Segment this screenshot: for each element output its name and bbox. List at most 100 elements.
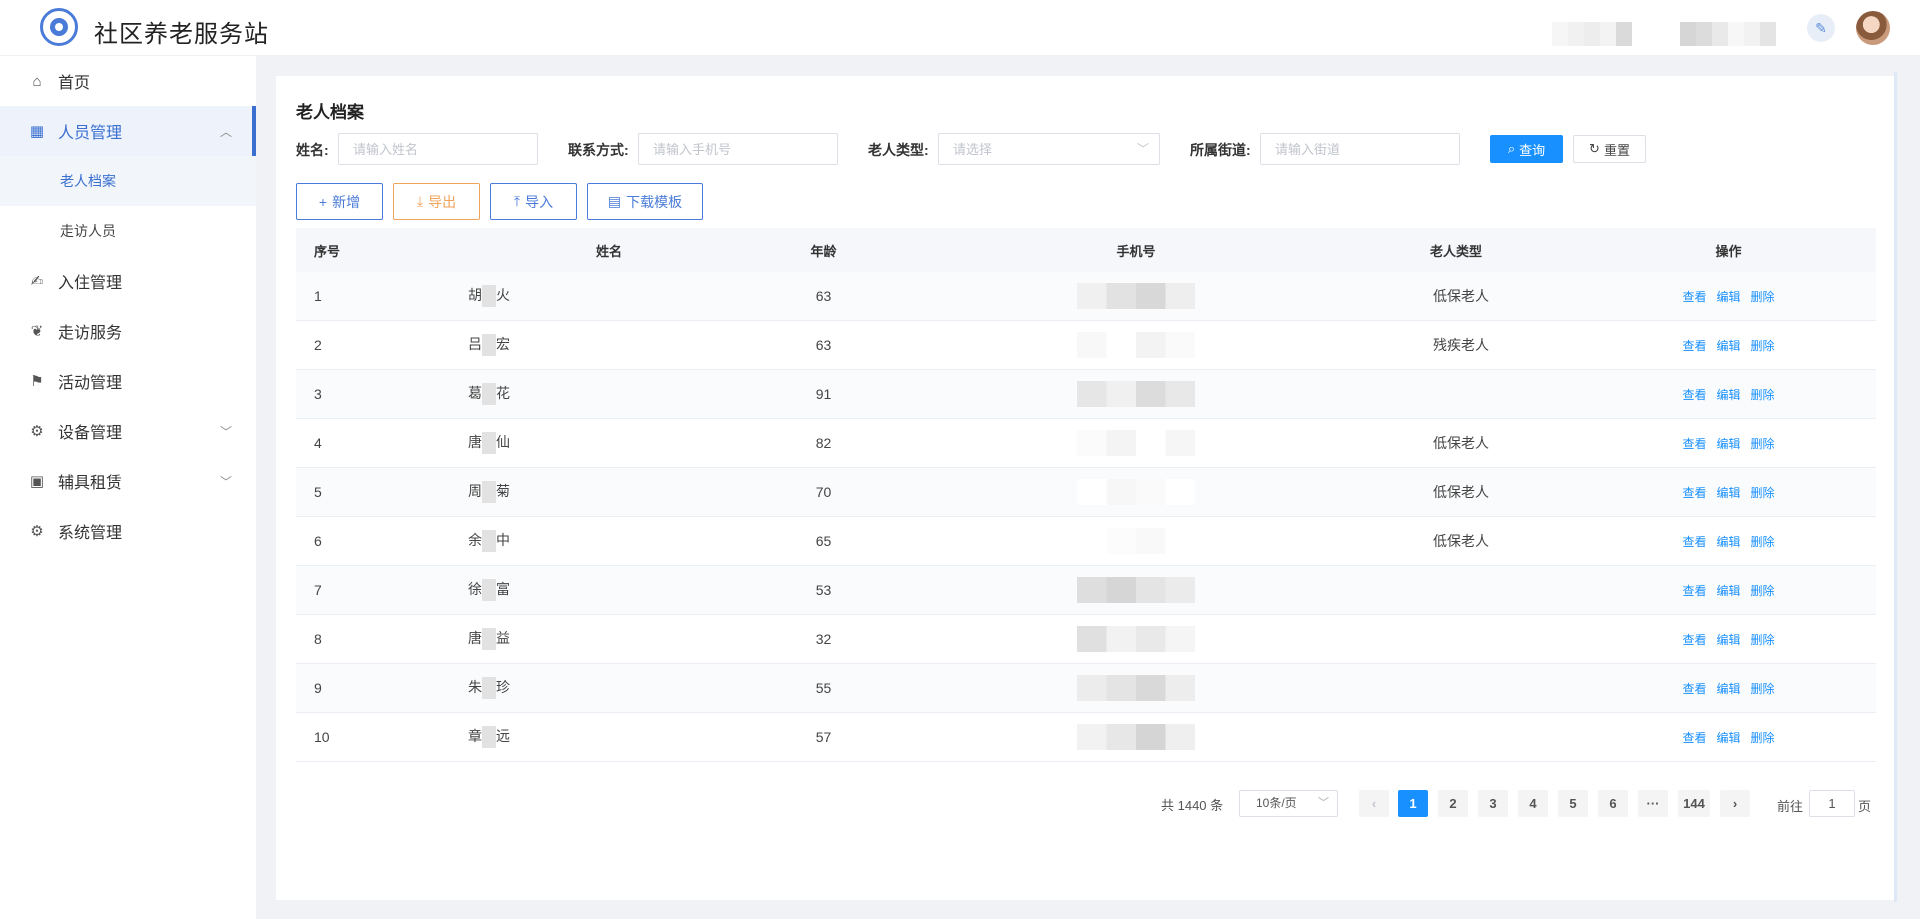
delete-link[interactable]: 删除 [1751, 584, 1775, 598]
edit-link[interactable]: 编辑 [1716, 584, 1740, 598]
view-link[interactable]: 查看 [1682, 682, 1706, 696]
sidebar-subitem-visitors[interactable]: 走访人员 [0, 206, 256, 256]
download-template-button[interactable]: ▤ 下载模板 [587, 183, 703, 220]
cell-ops: 查看 编辑 删除 [1581, 582, 1876, 599]
import-button[interactable]: ⤒ 导入 [490, 183, 577, 220]
view-link[interactable]: 查看 [1682, 584, 1706, 598]
avatar[interactable] [1856, 11, 1890, 45]
name-mask [482, 285, 496, 308]
delete-link[interactable]: 删除 [1751, 682, 1775, 696]
col-age-header: 年龄 [810, 243, 837, 259]
edit-link[interactable]: 编辑 [1716, 486, 1740, 500]
flag-icon: ⚑ [30, 373, 44, 390]
cell-index: 5 [314, 484, 322, 500]
page-6-button[interactable]: 6 [1598, 790, 1628, 817]
sidebar-item-label: 人员管理 [58, 125, 123, 142]
phone-filter-label: 联系方式: [568, 142, 629, 158]
sidebar-item-activity[interactable]: ⚑ 活动管理 [0, 356, 256, 406]
table-row: 3 葛花 91 查看 编辑 删除 [296, 370, 1876, 419]
view-link[interactable]: 查看 [1682, 290, 1706, 304]
delete-link[interactable]: 删除 [1751, 437, 1775, 451]
page-4-button[interactable]: 4 [1518, 790, 1548, 817]
cell-age: 57 [815, 729, 832, 745]
sidebar-item-devices[interactable]: ⚙ 设备管理 ﹀ [0, 406, 256, 456]
name-filter-label: 姓名: [296, 142, 329, 158]
page-2-button[interactable]: 2 [1438, 790, 1468, 817]
sidebar-item-people-management[interactable]: ▦ 人员管理 ︿ [0, 106, 256, 156]
goto-page-input[interactable]: 1 [1809, 790, 1855, 817]
search-icon: ⌕ [1507, 141, 1516, 156]
delete-link[interactable]: 删除 [1751, 633, 1775, 647]
cell-type: 残疾老人 [1433, 337, 1489, 353]
sidebar-item-home[interactable]: ⌂ 首页 [0, 56, 256, 106]
edit-link[interactable]: 编辑 [1716, 290, 1740, 304]
cell-name: 葛花 [396, 383, 686, 406]
phone-mask [1077, 283, 1195, 309]
export-button[interactable]: ⤓ 导出 [393, 183, 480, 220]
street-input[interactable] [1260, 133, 1460, 165]
view-link[interactable]: 查看 [1682, 486, 1706, 500]
view-link[interactable]: 查看 [1682, 633, 1706, 647]
edit-link[interactable]: 编辑 [1716, 388, 1740, 402]
sidebar-item-label: 活动管理 [58, 375, 123, 392]
sidebar-item-check-in[interactable]: ✍ 入住管理 [0, 256, 256, 306]
cell-ops: 查看 编辑 删除 [1581, 631, 1876, 648]
sidebar-item-visit-service[interactable]: ❦ 走访服务 [0, 306, 256, 356]
edit-link[interactable]: 编辑 [1716, 437, 1740, 451]
delete-link[interactable]: 删除 [1751, 339, 1775, 353]
cell-ops: 查看 编辑 删除 [1581, 337, 1876, 354]
cell-type: 低保老人 [1433, 288, 1489, 304]
settings-icon: ⚙ [30, 523, 44, 540]
delete-link[interactable]: 删除 [1751, 486, 1775, 500]
sidebar-subitem-elder-records[interactable]: 老人档案 [0, 156, 256, 206]
name-mask [482, 579, 496, 602]
view-link[interactable]: 查看 [1682, 731, 1706, 745]
phone-mask [1077, 724, 1195, 750]
view-link[interactable]: 查看 [1682, 388, 1706, 402]
query-button[interactable]: ⌕ 查询 [1490, 135, 1563, 163]
sidebar-item-rental[interactable]: ▣ 辅具租赁 ﹀ [0, 456, 256, 506]
name-mask [482, 481, 496, 504]
cell-name: 胡火 [396, 285, 686, 308]
phone-input[interactable] [638, 133, 838, 165]
name-input[interactable] [338, 133, 538, 165]
delete-link[interactable]: 删除 [1751, 388, 1775, 402]
delete-link[interactable]: 删除 [1751, 535, 1775, 549]
cell-ops: 查看 编辑 删除 [1581, 533, 1876, 550]
view-link[interactable]: 查看 [1682, 535, 1706, 549]
cell-name: 余中 [396, 530, 686, 553]
page-5-button[interactable]: 5 [1558, 790, 1588, 817]
delete-link[interactable]: 删除 [1751, 290, 1775, 304]
page-1-button[interactable]: 1 [1398, 790, 1428, 817]
cell-age: 82 [815, 435, 832, 451]
cell-index: 2 [314, 337, 322, 353]
page-last-button[interactable]: 144 [1678, 790, 1710, 817]
edit-link[interactable]: 编辑 [1716, 731, 1740, 745]
cell-ops: 查看 编辑 删除 [1581, 386, 1876, 403]
cell-name: 吕宏 [396, 334, 686, 357]
more-pages-button[interactable]: ··· [1638, 790, 1668, 817]
add-button[interactable]: + 新增 [296, 183, 383, 220]
view-link[interactable]: 查看 [1682, 339, 1706, 353]
edit-link[interactable]: 编辑 [1716, 535, 1740, 549]
goto-prefix: 前往 [1777, 799, 1804, 814]
edit-link[interactable]: 编辑 [1716, 339, 1740, 353]
chevron-up-icon: ︿ [219, 125, 232, 139]
next-page-button[interactable]: › [1720, 790, 1750, 817]
delete-link[interactable]: 删除 [1751, 731, 1775, 745]
page-3-button[interactable]: 3 [1478, 790, 1508, 817]
plus-icon: + [318, 193, 328, 210]
phone-mask [1077, 381, 1195, 407]
elder-type-select[interactable] [938, 133, 1160, 165]
cell-age: 32 [815, 631, 832, 647]
reset-button[interactable]: ↻ 重置 [1573, 135, 1646, 163]
table-row: 10 章远 57 查看 编辑 删除 [296, 713, 1876, 762]
edit-icon[interactable]: ✎ [1807, 14, 1835, 42]
view-link[interactable]: 查看 [1682, 437, 1706, 451]
sidebar-item-system[interactable]: ⚙ 系统管理 [0, 506, 256, 556]
page-size-select[interactable]: 10条/页 ﹀ [1239, 790, 1338, 817]
edit-link[interactable]: 编辑 [1716, 682, 1740, 696]
prev-page-button[interactable]: ‹ [1359, 790, 1389, 817]
name-mask [482, 432, 496, 455]
edit-link[interactable]: 编辑 [1716, 633, 1740, 647]
